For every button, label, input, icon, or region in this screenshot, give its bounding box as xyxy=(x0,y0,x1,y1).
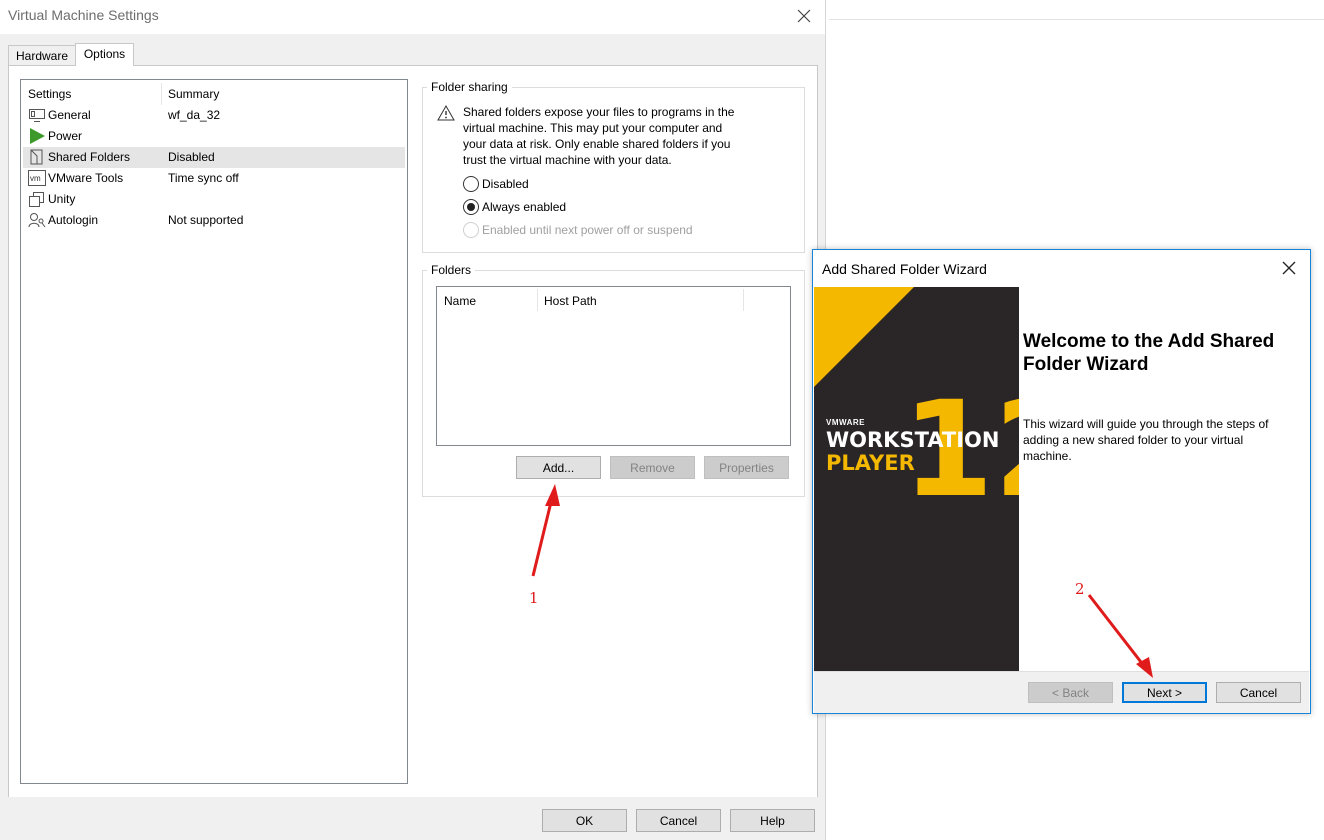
setting-name: Power xyxy=(48,129,83,143)
title-bar: Virtual Machine Settings xyxy=(0,0,825,34)
annotation-label-2: 2 xyxy=(1075,580,1085,598)
setting-name: Unity xyxy=(48,192,76,206)
wizard-banner: 12 VMWARE WORKSTATION PLAYER xyxy=(814,287,1019,671)
warning-line: your data at risk. Only enable shared fo… xyxy=(463,137,731,151)
shared-folders-warning: Shared folders expose your files to prog… xyxy=(463,104,793,168)
setting-name: General xyxy=(48,108,91,122)
column-header-host-path[interactable]: Host Path xyxy=(544,294,597,308)
tab-options[interactable]: Options xyxy=(75,43,134,66)
wizard-footer: < Back Next > Cancel xyxy=(814,671,1309,713)
add-shared-folder-wizard: Add Shared Folder Wizard 12 VMWARE WORKS… xyxy=(812,249,1311,714)
folders-legend: Folders xyxy=(427,263,476,277)
unity-icon xyxy=(29,192,44,207)
warning-line: trust the virtual machine with your data… xyxy=(463,153,672,167)
help-button[interactable]: Help xyxy=(730,809,815,832)
annotation-label-1: 1 xyxy=(529,589,539,607)
warning-line: Shared folders expose your files to prog… xyxy=(463,105,735,119)
setting-summary: Time sync off xyxy=(168,171,239,185)
folders-table[interactable]: Name Host Path xyxy=(436,286,791,446)
settings-list[interactable]: Settings Summary General wf_da_32 Power … xyxy=(20,79,408,784)
column-separator xyxy=(161,83,162,105)
heading-line: Folder Wizard xyxy=(1023,354,1149,375)
window-title: Virtual Machine Settings xyxy=(8,7,159,23)
column-separator xyxy=(537,289,538,311)
monitor-icon xyxy=(29,109,45,122)
close-icon[interactable] xyxy=(794,6,814,26)
settings-row-shared-folders[interactable]: Shared Folders Disabled xyxy=(23,147,405,168)
ok-button[interactable]: OK xyxy=(542,809,627,832)
setting-summary: Not supported xyxy=(168,213,244,227)
settings-row-unity[interactable]: Unity xyxy=(23,189,405,210)
column-header-settings[interactable]: Settings xyxy=(28,87,71,101)
description-line: This wizard will guide you through the s… xyxy=(1023,417,1269,431)
folder-sharing-legend: Folder sharing xyxy=(427,80,512,94)
svg-text:vm: vm xyxy=(30,174,41,183)
play-icon xyxy=(30,128,45,144)
banner-graphic: 12 xyxy=(814,287,1019,527)
warning-icon xyxy=(437,105,455,121)
wizard-title: Add Shared Folder Wizard xyxy=(822,261,987,277)
setting-name: Autologin xyxy=(48,213,99,227)
settings-row-general[interactable]: General wf_da_32 xyxy=(23,105,405,126)
radio-always-enabled[interactable] xyxy=(463,199,479,215)
settings-row-power[interactable]: Power xyxy=(23,126,405,147)
annotation-arrow-1 xyxy=(531,484,560,577)
setting-summary: wf_da_32 xyxy=(168,108,221,122)
radio-label-disabled[interactable]: Disabled xyxy=(482,177,529,191)
radio-label-always-enabled[interactable]: Always enabled xyxy=(482,200,566,214)
warning-line: virtual machine. This may put your compu… xyxy=(463,121,723,135)
description-line: machine. xyxy=(1023,449,1072,463)
properties-button: Properties xyxy=(704,456,789,479)
heading-line: Welcome to the Add Shared xyxy=(1023,331,1275,352)
settings-row-autologin[interactable]: Autologin Not supported xyxy=(23,210,405,231)
setting-summary: Disabled xyxy=(168,150,215,164)
radio-label-enabled-until-power-off: Enabled until next power off or suspend xyxy=(482,223,693,237)
radio-disabled[interactable] xyxy=(463,176,479,192)
folder-share-icon xyxy=(30,149,43,165)
wizard-description: This wizard will guide you through the s… xyxy=(1023,416,1305,464)
next-button[interactable]: Next > xyxy=(1122,682,1207,703)
back-button: < Back xyxy=(1028,682,1113,703)
close-icon[interactable] xyxy=(1281,260,1297,276)
wizard-cancel-button[interactable]: Cancel xyxy=(1216,682,1301,703)
divider xyxy=(829,19,1324,20)
radio-enabled-until-power-off xyxy=(463,222,479,238)
banner-brand: VMWARE xyxy=(826,418,865,427)
settings-row-vmware-tools[interactable]: vm VMware Tools Time sync off xyxy=(23,168,405,189)
cancel-button[interactable]: Cancel xyxy=(636,809,721,832)
vm-icon: vm xyxy=(28,170,46,186)
wizard-heading: Welcome to the Add Shared Folder Wizard xyxy=(1023,330,1303,376)
remove-button: Remove xyxy=(610,456,695,479)
banner-product-line2: PLAYER xyxy=(826,451,915,475)
description-line: adding a new shared folder to your virtu… xyxy=(1023,433,1244,447)
setting-name: Shared Folders xyxy=(48,150,131,164)
user-key-icon xyxy=(28,213,46,228)
banner-product-line1: WORKSTATION xyxy=(826,428,1000,452)
annotation-arrow-2 xyxy=(1087,594,1153,678)
tab-hardware[interactable]: Hardware xyxy=(8,45,76,66)
column-header-summary[interactable]: Summary xyxy=(168,87,219,101)
column-header-name[interactable]: Name xyxy=(444,294,476,308)
column-separator xyxy=(743,289,744,311)
setting-name: VMware Tools xyxy=(48,171,124,185)
